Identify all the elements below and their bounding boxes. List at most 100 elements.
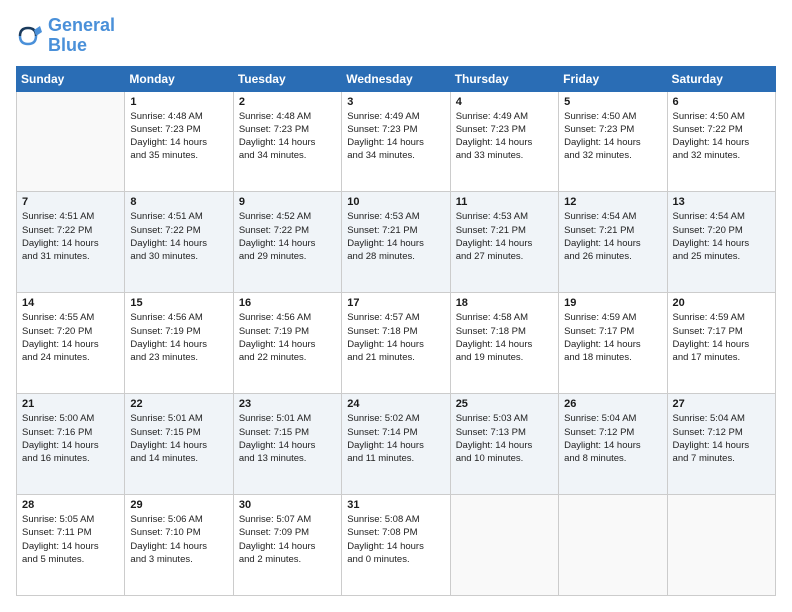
calendar-cell: 9 Sunrise: 4:52 AM Sunset: 7:22 PM Daylig… [233,192,341,293]
weekday-header: Thursday [450,66,558,91]
calendar-cell: 23 Sunrise: 5:01 AM Sunset: 7:15 PM Dayli… [233,394,341,495]
weekday-header: Tuesday [233,66,341,91]
day-info: Sunrise: 4:56 AM Sunset: 7:19 PM Dayligh… [239,311,336,364]
day-number: 4 [456,96,553,108]
day-number: 20 [673,297,770,309]
calendar-cell: 30Sunrise: 5:07 AM Sunset: 7:09 PM Dayli… [233,495,341,596]
weekday-header: Saturday [667,66,775,91]
day-info: Sunrise: 4:54 AM Sunset: 7:21 PM Dayligh… [564,210,661,263]
calendar-table: SundayMondayTuesdayWednesdayThursdayFrid… [16,66,776,596]
calendar-cell: 3 Sunrise: 4:49 AM Sunset: 7:23 PM Daylig… [342,91,450,192]
day-info: Sunrise: 5:04 AM Sunset: 7:12 PM Dayligh… [564,412,661,465]
day-info: Sunrise: 5:04 AM Sunset: 7:12 PM Dayligh… [673,412,770,465]
day-number: 3 [347,96,444,108]
day-info: Sunrise: 4:50 AM Sunset: 7:23 PM Dayligh… [564,110,661,163]
day-number: 18 [456,297,553,309]
calendar-cell: 10Sunrise: 4:53 AM Sunset: 7:21 PM Dayli… [342,192,450,293]
day-info: Sunrise: 5:08 AM Sunset: 7:08 PM Dayligh… [347,513,444,566]
day-number: 6 [673,96,770,108]
calendar-cell: 16 Sunrise: 4:56 AM Sunset: 7:19 PM Dayli… [233,293,341,394]
day-number: 11 [456,196,553,208]
day-number: 9 [239,196,336,208]
calendar-cell: 18 Sunrise: 4:58 AM Sunset: 7:18 PM Dayli… [450,293,558,394]
day-info: Sunrise: 5:00 AM Sunset: 7:16 PM Dayligh… [22,412,119,465]
day-info: Sunrise: 5:05 AM Sunset: 7:11 PM Dayligh… [22,513,119,566]
day-number: 2 [239,96,336,108]
weekday-header: Wednesday [342,66,450,91]
calendar-cell: 12 Sunrise: 4:54 AM Sunset: 7:21 PM Dayli… [559,192,667,293]
calendar-cell: 14Sunrise: 4:55 AM Sunset: 7:20 PM Dayli… [17,293,125,394]
day-info: Sunrise: 4:54 AM Sunset: 7:20 PM Dayligh… [673,210,770,263]
day-number: 15 [130,297,227,309]
day-number: 24 [347,398,444,410]
day-number: 10 [347,196,444,208]
calendar-cell [559,495,667,596]
day-info: Sunrise: 5:01 AM Sunset: 7:15 PM Dayligh… [130,412,227,465]
calendar-cell: 22 Sunrise: 5:01 AM Sunset: 7:15 PM Dayli… [125,394,233,495]
day-number: 8 [130,196,227,208]
day-number: 1 [130,96,227,108]
day-number: 16 [239,297,336,309]
weekday-header: Sunday [17,66,125,91]
calendar-week-row: 21 Sunrise: 5:00 AM Sunset: 7:16 PM Dayli… [17,394,776,495]
calendar-cell: 8 Sunrise: 4:51 AM Sunset: 7:22 PM Daylig… [125,192,233,293]
day-info: Sunrise: 5:01 AM Sunset: 7:15 PM Dayligh… [239,412,336,465]
day-info: Sunrise: 4:59 AM Sunset: 7:17 PM Dayligh… [564,311,661,364]
calendar-cell: 4 Sunrise: 4:49 AM Sunset: 7:23 PM Daylig… [450,91,558,192]
calendar-cell [667,495,775,596]
day-number: 29 [130,499,227,511]
day-info: Sunrise: 4:49 AM Sunset: 7:23 PM Dayligh… [347,110,444,163]
calendar-cell [450,495,558,596]
calendar-cell: 6Sunrise: 4:50 AM Sunset: 7:22 PM Daylig… [667,91,775,192]
calendar-cell: 26Sunrise: 5:04 AM Sunset: 7:12 PM Dayli… [559,394,667,495]
calendar-cell: 28 Sunrise: 5:05 AM Sunset: 7:11 PM Dayli… [17,495,125,596]
calendar-cell: 2Sunrise: 4:48 AM Sunset: 7:23 PM Daylig… [233,91,341,192]
calendar-cell: 20 Sunrise: 4:59 AM Sunset: 7:17 PM Dayli… [667,293,775,394]
logo: General Blue [16,16,115,56]
calendar-cell: 25 Sunrise: 5:03 AM Sunset: 7:13 PM Dayli… [450,394,558,495]
day-number: 28 [22,499,119,511]
day-info: Sunrise: 4:51 AM Sunset: 7:22 PM Dayligh… [22,210,119,263]
day-number: 14 [22,297,119,309]
day-number: 13 [673,196,770,208]
calendar-cell: 13 Sunrise: 4:54 AM Sunset: 7:20 PM Dayli… [667,192,775,293]
day-number: 25 [456,398,553,410]
day-info: Sunrise: 5:03 AM Sunset: 7:13 PM Dayligh… [456,412,553,465]
day-number: 23 [239,398,336,410]
day-number: 7 [22,196,119,208]
day-number: 31 [347,499,444,511]
calendar-cell: 24 Sunrise: 5:02 AM Sunset: 7:14 PM Dayli… [342,394,450,495]
calendar-week-row: 1 Sunrise: 4:48 AM Sunset: 7:23 PM Daylig… [17,91,776,192]
day-number: 27 [673,398,770,410]
day-number: 21 [22,398,119,410]
weekday-header: Friday [559,66,667,91]
day-info: Sunrise: 5:02 AM Sunset: 7:14 PM Dayligh… [347,412,444,465]
calendar-cell: 21 Sunrise: 5:00 AM Sunset: 7:16 PM Dayli… [17,394,125,495]
logo-text: General Blue [48,16,115,56]
calendar-cell: 5 Sunrise: 4:50 AM Sunset: 7:23 PM Daylig… [559,91,667,192]
calendar-cell [17,91,125,192]
day-number: 12 [564,196,661,208]
day-info: Sunrise: 4:56 AM Sunset: 7:19 PM Dayligh… [130,311,227,364]
day-number: 17 [347,297,444,309]
calendar-week-row: 28 Sunrise: 5:05 AM Sunset: 7:11 PM Dayli… [17,495,776,596]
day-info: Sunrise: 4:53 AM Sunset: 7:21 PM Dayligh… [456,210,553,263]
weekday-header: Monday [125,66,233,91]
calendar-cell: 19 Sunrise: 4:59 AM Sunset: 7:17 PM Dayli… [559,293,667,394]
day-info: Sunrise: 4:51 AM Sunset: 7:22 PM Dayligh… [130,210,227,263]
day-info: Sunrise: 4:48 AM Sunset: 7:23 PM Dayligh… [130,110,227,163]
calendar-cell: 31 Sunrise: 5:08 AM Sunset: 7:08 PM Dayli… [342,495,450,596]
day-info: Sunrise: 4:49 AM Sunset: 7:23 PM Dayligh… [456,110,553,163]
day-number: 30 [239,499,336,511]
day-number: 19 [564,297,661,309]
calendar-week-row: 14Sunrise: 4:55 AM Sunset: 7:20 PM Dayli… [17,293,776,394]
day-info: Sunrise: 4:59 AM Sunset: 7:17 PM Dayligh… [673,311,770,364]
calendar-cell: 1 Sunrise: 4:48 AM Sunset: 7:23 PM Daylig… [125,91,233,192]
calendar-cell: 11 Sunrise: 4:53 AM Sunset: 7:21 PM Dayli… [450,192,558,293]
day-number: 5 [564,96,661,108]
day-info: Sunrise: 4:58 AM Sunset: 7:18 PM Dayligh… [456,311,553,364]
day-info: Sunrise: 5:06 AM Sunset: 7:10 PM Dayligh… [130,513,227,566]
day-info: Sunrise: 4:52 AM Sunset: 7:22 PM Dayligh… [239,210,336,263]
calendar-cell: 7 Sunrise: 4:51 AM Sunset: 7:22 PM Daylig… [17,192,125,293]
day-number: 22 [130,398,227,410]
